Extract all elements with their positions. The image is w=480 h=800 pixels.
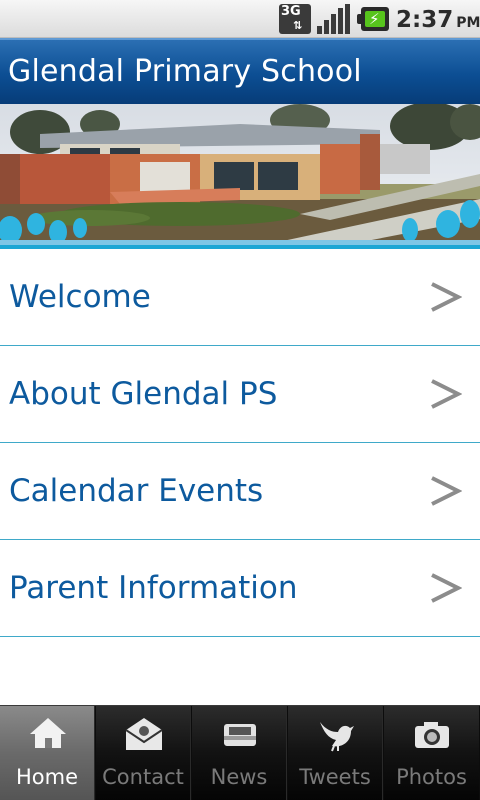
school-banner-image	[0, 104, 480, 248]
network-3g-icon: 3G ⇅	[279, 4, 311, 34]
menu-item-label: Parent Information	[9, 570, 298, 606]
menu-item-calendar-events[interactable]: Calendar Events	[0, 443, 480, 540]
tab-tweets[interactable]: Tweets	[288, 706, 383, 800]
tab-news[interactable]: News	[192, 706, 287, 800]
tab-label: Contact	[102, 765, 184, 789]
menu-item-welcome[interactable]: Welcome	[0, 249, 480, 346]
tab-photos[interactable]: Photos	[384, 706, 479, 800]
chevron-right-icon	[431, 282, 462, 312]
status-bar: 3G ⇅ ⚡ 2:37 PM	[0, 0, 480, 38]
page-title: Glendal Primary School	[8, 54, 362, 89]
home-icon	[30, 718, 66, 748]
menu-item-label: Welcome	[9, 279, 151, 315]
chevron-right-icon	[431, 573, 462, 603]
status-clock: 2:37 PM	[396, 7, 480, 33]
news-tray-icon	[224, 724, 256, 746]
menu-item-label: Calendar Events	[9, 473, 264, 509]
tab-contact[interactable]: Contact	[96, 706, 191, 800]
camera-icon	[415, 722, 449, 748]
signal-strength-icon	[317, 4, 350, 34]
tab-label: Home	[15, 765, 78, 789]
battery-charging-icon: ⚡	[357, 7, 389, 31]
menu-item-label: About Glendal PS	[9, 376, 278, 412]
tab-label: News	[210, 765, 268, 789]
tab-home[interactable]: Home	[0, 706, 95, 800]
menu-item-about[interactable]: About Glendal PS	[0, 346, 480, 443]
tab-label: Tweets	[299, 765, 371, 789]
tab-label: Photos	[396, 765, 467, 789]
menu-item-parent-information[interactable]: Parent Information	[0, 540, 480, 637]
app-header: Glendal Primary School	[0, 38, 480, 104]
bottom-tab-bar: Home Contact News Tweets Photos	[0, 705, 480, 800]
chevron-right-icon	[431, 476, 462, 506]
bird-icon	[320, 722, 354, 752]
chevron-right-icon	[431, 379, 462, 409]
main-menu: Welcome About Glendal PS Calendar Events…	[0, 249, 480, 637]
envelope-icon	[125, 718, 163, 750]
